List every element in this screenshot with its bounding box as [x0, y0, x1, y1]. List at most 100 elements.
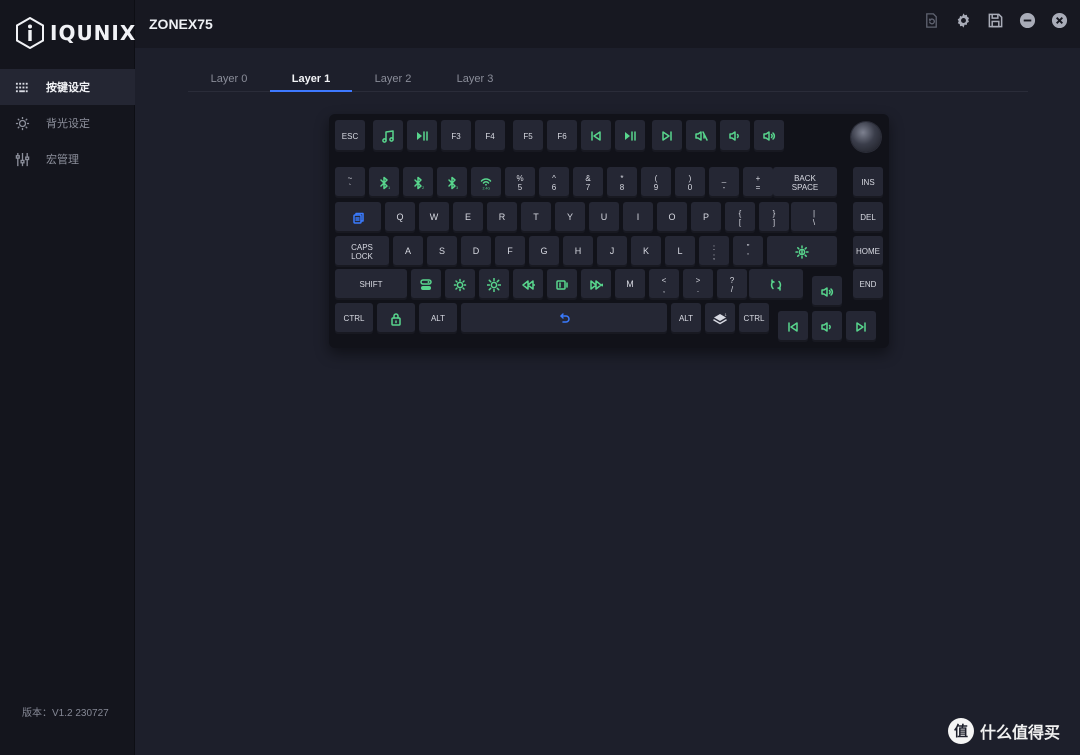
key-down[interactable] [812, 311, 842, 342]
key-c[interactable] [479, 269, 509, 300]
key-f12[interactable] [754, 120, 784, 152]
key-right[interactable] [846, 311, 876, 342]
sidebar-item-macro-manager[interactable]: 宏管理 [0, 141, 135, 177]
key-t[interactable]: T [521, 202, 551, 233]
key-s[interactable]: S [427, 236, 457, 267]
key-end[interactable]: END [853, 269, 883, 300]
key-p[interactable]: P [691, 202, 721, 233]
key-label: | \ [812, 208, 816, 227]
key-z[interactable] [411, 269, 441, 300]
key-o[interactable]: O [657, 202, 687, 233]
key-f11[interactable] [720, 120, 750, 152]
brand-logo: IQUNIX [16, 16, 136, 50]
key-n9[interactable]: ( 9 [641, 167, 671, 198]
key-quote[interactable]: " ' [733, 236, 763, 267]
key-slash[interactable]: ? / [717, 269, 747, 300]
key-grave[interactable]: ~ ` [335, 167, 365, 198]
tab-layer-0[interactable]: Layer 0 [188, 67, 270, 91]
key-n4[interactable]: 2.4G [471, 167, 501, 198]
key-b[interactable] [547, 269, 577, 300]
key-f10[interactable] [686, 120, 716, 152]
key-v[interactable] [513, 269, 543, 300]
key-f6[interactable]: F6 [547, 120, 577, 152]
key-enter[interactable] [767, 236, 837, 267]
key-lshift[interactable]: SHIFT [335, 269, 407, 300]
key-left[interactable] [778, 311, 808, 342]
key-f9[interactable] [652, 120, 682, 152]
key-w[interactable]: W [419, 202, 449, 233]
key-ralt[interactable]: ALT [671, 303, 701, 334]
key-rctrl[interactable]: CTRL [739, 303, 769, 334]
sidebar-item-key-settings[interactable]: 按键设定 [0, 69, 135, 105]
key-lwin[interactable] [377, 303, 415, 334]
key-r[interactable]: R [487, 202, 517, 233]
key-l[interactable]: L [665, 236, 695, 267]
settings-button[interactable] [954, 11, 972, 29]
key-n8[interactable]: * 8 [607, 167, 637, 198]
key-esc[interactable]: ESC [335, 120, 365, 152]
key-n5[interactable]: % 5 [505, 167, 535, 198]
key-n6[interactable]: ^ 6 [539, 167, 569, 198]
key-k[interactable]: K [631, 236, 661, 267]
key-lbracket[interactable]: { [ [725, 202, 755, 233]
key-f3[interactable]: F3 [441, 120, 471, 152]
key-h[interactable]: H [563, 236, 593, 267]
key-backspace[interactable]: BACK SPACE [773, 167, 837, 198]
key-u[interactable]: U [589, 202, 619, 233]
key-tab[interactable] [335, 202, 381, 233]
key-ins[interactable]: INS [853, 167, 883, 198]
key-i[interactable]: I [623, 202, 653, 233]
key-n1[interactable]: 1 [369, 167, 399, 198]
key-semicolon[interactable]: : ; [699, 236, 729, 267]
key-a[interactable]: A [393, 236, 423, 267]
key-fn[interactable]: 1 [705, 303, 735, 334]
sidebar-nav: 按键设定 背光设定 宏管理 [0, 69, 135, 177]
svg-text:1: 1 [725, 312, 728, 317]
key-n[interactable] [581, 269, 611, 300]
key-n0[interactable]: ) 0 [675, 167, 705, 198]
windows-lock-icon [353, 212, 364, 224]
close-button[interactable] [1050, 11, 1068, 29]
key-n7[interactable]: & 7 [573, 167, 603, 198]
key-minus[interactable]: _ - [709, 167, 739, 198]
key-f7[interactable] [581, 120, 611, 152]
sidebar-item-backlight-settings[interactable]: 背光设定 [0, 105, 135, 141]
key-home[interactable]: HOME [853, 236, 883, 267]
tab-layer-2[interactable]: Layer 2 [352, 67, 434, 91]
key-f[interactable]: F [495, 236, 525, 267]
key-y[interactable]: Y [555, 202, 585, 233]
volume-knob[interactable] [851, 122, 881, 152]
key-del[interactable]: DEL [853, 202, 883, 233]
key-x[interactable] [445, 269, 475, 300]
key-n2[interactable]: 2 [403, 167, 433, 198]
key-up[interactable] [812, 276, 842, 307]
key-period[interactable]: > . [683, 269, 713, 300]
key-f5[interactable]: F5 [513, 120, 543, 152]
key-f2[interactable] [407, 120, 437, 152]
tab-layer-3[interactable]: Layer 3 [434, 67, 516, 91]
key-j[interactable]: J [597, 236, 627, 267]
key-f1[interactable] [373, 120, 403, 152]
key-rbracket[interactable]: } ] [759, 202, 789, 233]
key-rshift[interactable] [749, 269, 803, 300]
tab-layer-1[interactable]: Layer 1 [270, 67, 352, 92]
key-space[interactable] [461, 303, 667, 334]
key-e[interactable]: E [453, 202, 483, 233]
key-comma[interactable]: < , [649, 269, 679, 300]
key-backslash[interactable]: | \ [791, 202, 837, 233]
minimize-button[interactable] [1018, 11, 1036, 29]
reset-button[interactable] [922, 11, 940, 29]
key-equal[interactable]: + = [743, 167, 773, 198]
key-f4[interactable]: F4 [475, 120, 505, 152]
play-pause-icon [417, 131, 428, 141]
key-lctrl[interactable]: CTRL [335, 303, 373, 334]
key-n3[interactable]: 3 [437, 167, 467, 198]
key-caps[interactable]: CAPS LOCK [335, 236, 389, 267]
key-f8[interactable] [615, 120, 645, 152]
key-g[interactable]: G [529, 236, 559, 267]
save-button[interactable] [986, 11, 1004, 29]
key-q[interactable]: Q [385, 202, 415, 233]
key-lalt[interactable]: ALT [419, 303, 457, 334]
key-d[interactable]: D [461, 236, 491, 267]
key-m[interactable]: M [615, 269, 645, 300]
